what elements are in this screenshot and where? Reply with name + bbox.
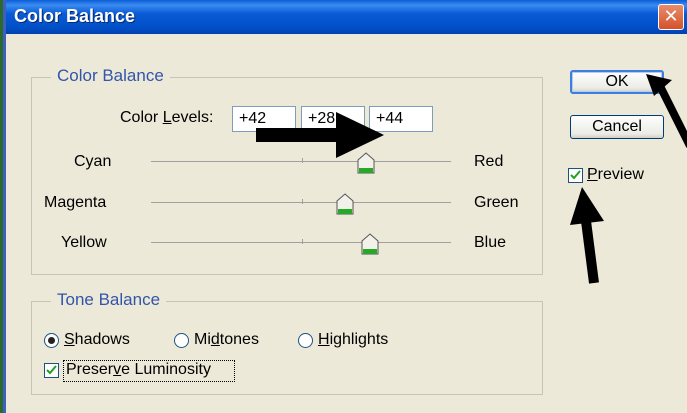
preserve-luminosity-label[interactable]: Preserve Luminosity [66, 361, 211, 379]
slider-magenta-label: Magenta [44, 194, 107, 211]
preserve-luminosity-checkbox[interactable] [44, 363, 59, 378]
close-icon: ✕ [663, 6, 679, 26]
annotation-arrow-right-icon [256, 112, 384, 158]
annotation-arrow-ok-icon [646, 74, 687, 148]
highlights-radio[interactable] [298, 333, 313, 348]
color-levels-label: Color Levels: [120, 109, 214, 126]
slider-thumb-yellow-blue[interactable] [361, 233, 379, 255]
tone-balance-group-label: Tone Balance [51, 290, 167, 310]
checkmark-icon [570, 170, 581, 180]
slider-green-label: Green [474, 194, 519, 211]
color-balance-dialog: Color Balance ✕ Color Balance Color Leve… [6, 0, 687, 413]
close-button[interactable]: ✕ [658, 4, 684, 30]
slider-cyan-label: Cyan [74, 153, 112, 170]
highlights-label[interactable]: Highlights [318, 331, 388, 349]
slider-track-yellow-blue[interactable] [151, 242, 451, 243]
midtones-label[interactable]: Midtones [194, 331, 259, 349]
midtones-radio[interactable] [174, 333, 189, 348]
color-balance-group-label: Color Balance [51, 66, 170, 86]
slider-center-tick [302, 199, 303, 204]
annotation-arrow-up-icon [570, 187, 604, 284]
slider-thumb-magenta-green[interactable] [336, 193, 354, 215]
slider-yellow-label: Yellow [61, 234, 107, 251]
checkmark-icon [46, 365, 57, 375]
slider-blue-label: Blue [474, 234, 507, 251]
shadows-radio[interactable] [44, 333, 59, 348]
preview-label[interactable]: Preview [587, 166, 644, 184]
window-title: Color Balance [14, 6, 136, 26]
slider-track-magenta-green[interactable] [151, 202, 451, 203]
slider-center-tick [302, 239, 303, 244]
title-bar[interactable]: Color Balance ✕ [6, 0, 687, 34]
slider-track-cyan-red[interactable] [151, 161, 451, 162]
slider-red-label: Red [474, 153, 504, 170]
shadows-label[interactable]: Shadows [64, 331, 130, 349]
preview-checkbox[interactable] [568, 168, 583, 183]
